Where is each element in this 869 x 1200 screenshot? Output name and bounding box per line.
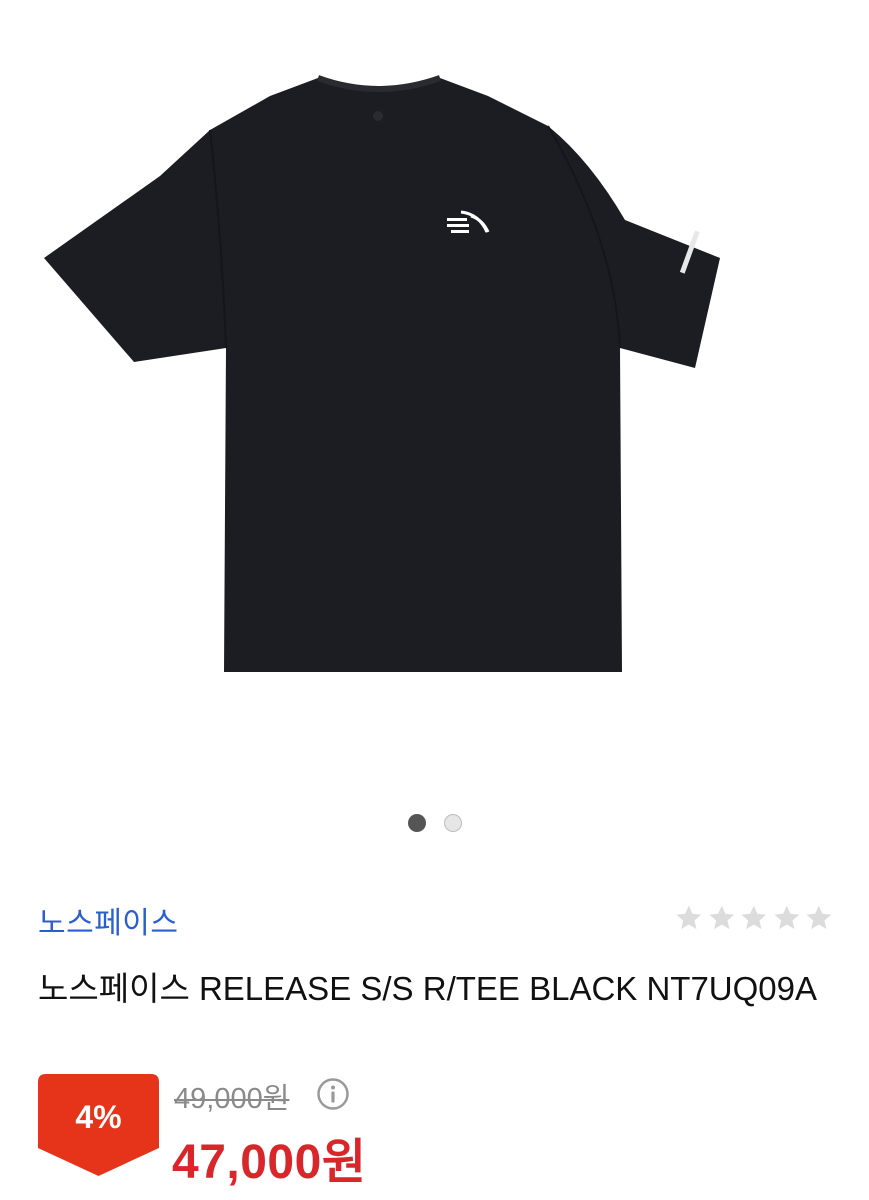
original-price: 49,000원 bbox=[174, 1083, 290, 1115]
brand-link[interactable]: 노스페이스 bbox=[38, 898, 179, 942]
pagination-dot-1[interactable] bbox=[407, 814, 426, 832]
discount-badge: 4% bbox=[38, 1074, 159, 1176]
gallery-pagination bbox=[0, 814, 869, 834]
tshirt-body bbox=[44, 78, 720, 672]
product-title: 노스페이스 RELEASE S/S R/TEE BLACK NT7UQ09A bbox=[38, 970, 818, 1007]
product-image bbox=[44, 75, 720, 672]
sale-price: 47,000원 bbox=[172, 1136, 367, 1189]
product-image-gallery[interactable] bbox=[0, 0, 869, 790]
info-icon[interactable] bbox=[316, 1077, 350, 1111]
star-icon bbox=[676, 905, 702, 930]
star-icon bbox=[741, 905, 767, 930]
pagination-dot-2[interactable] bbox=[443, 814, 462, 832]
star-icon bbox=[709, 905, 734, 930]
star-icon bbox=[806, 905, 832, 930]
star-icon bbox=[774, 905, 799, 930]
discount-rate: 4% bbox=[75, 1099, 122, 1135]
rating-stars bbox=[674, 903, 834, 937]
